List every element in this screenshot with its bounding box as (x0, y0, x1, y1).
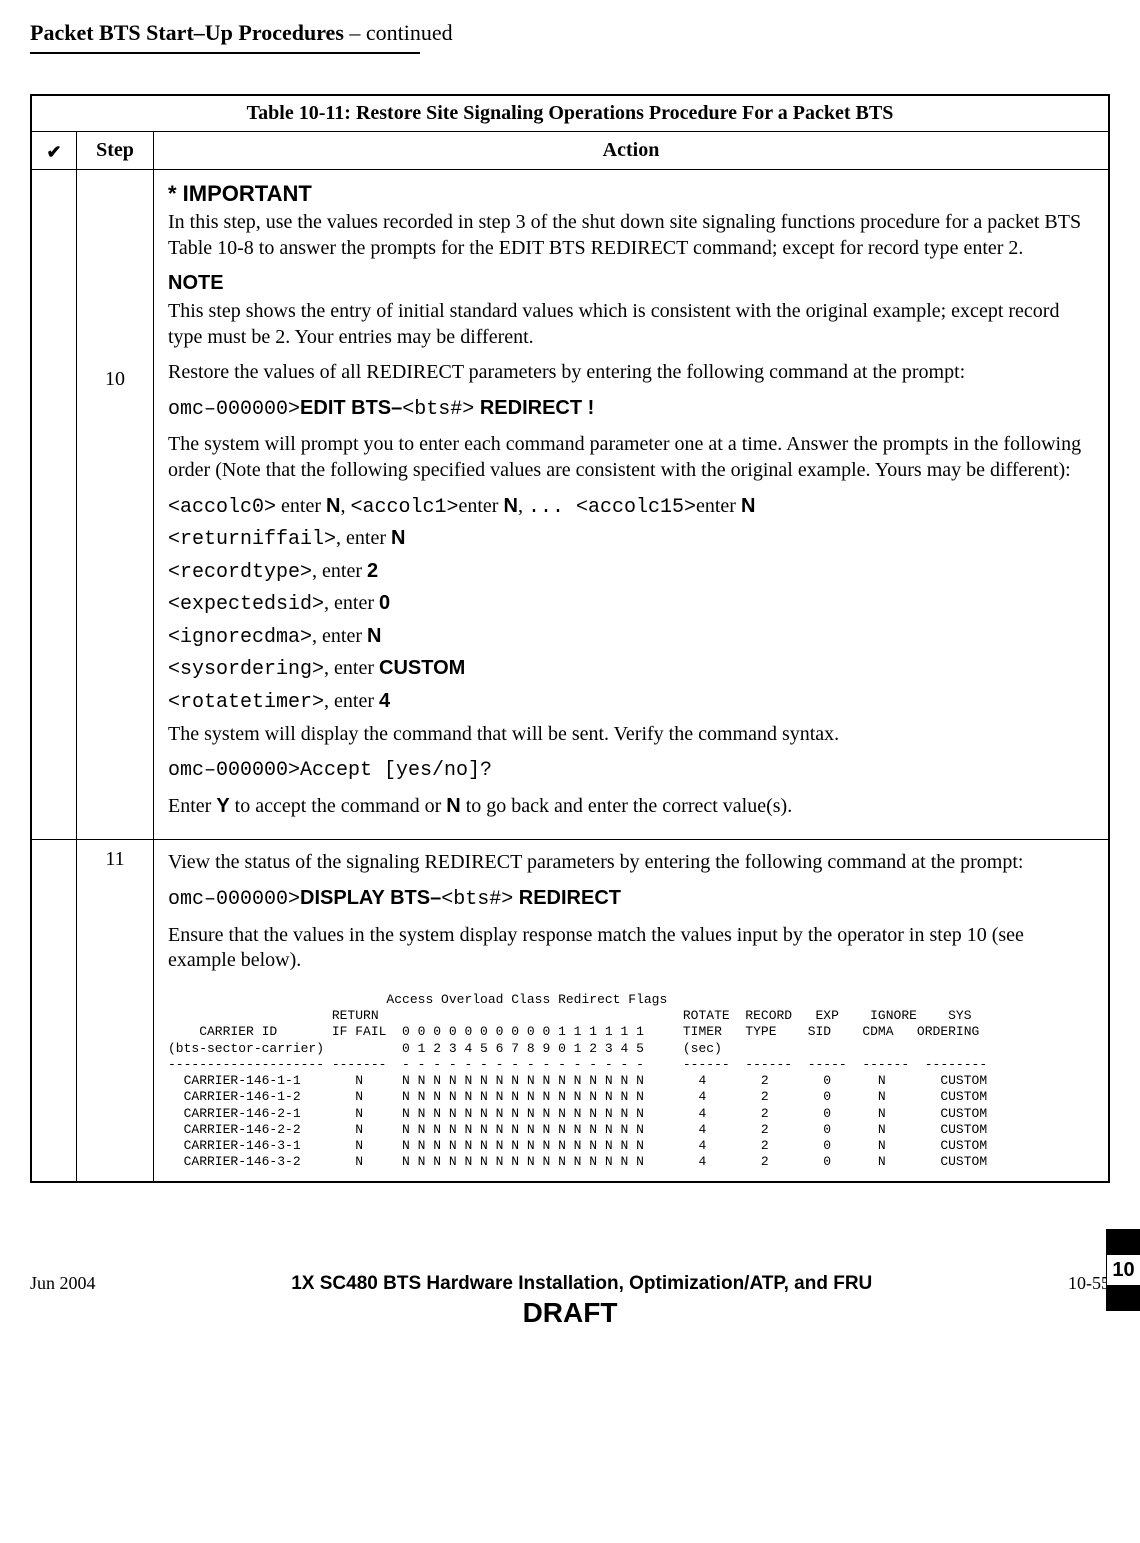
procedure-table: Table 10-11: Restore Site Signaling Oper… (30, 94, 1110, 1183)
draft-watermark: DRAFT (30, 1297, 1110, 1329)
accept-command-line: omc–000000>Accept [yes/no]? (168, 757, 1094, 784)
cmd-prefix: omc–000000> (168, 398, 300, 421)
table-caption-label: Table 10-11: (247, 102, 356, 124)
returniffail-line: <returniffail>, enter N (168, 526, 1094, 553)
action-cell: View the status of the signaling REDIREC… (154, 840, 1110, 1182)
cmd-edit-part2: REDIRECT ! (474, 397, 594, 419)
table-caption-text: Restore Site Signaling Operations Proced… (356, 102, 893, 124)
accolc1-var: <accolc1> (350, 496, 458, 519)
accolc-ellipsis: ... (528, 496, 576, 519)
footer-date: Jun 2004 (30, 1273, 96, 1294)
ignorecdma-line: <ignorecdma>, enter N (168, 624, 1094, 651)
display-command-line: omc–000000>DISPLAY BTS–<bts#> REDIRECT (168, 886, 1094, 913)
col-header-action: Action (154, 132, 1110, 170)
step11-para1: View the status of the signaling REDIREC… (168, 850, 1094, 876)
accolc-line: <accolc0> enter N, <accolc1>enter N, ...… (168, 494, 1094, 521)
note-paragraph: This step shows the entry of initial sta… (168, 299, 1094, 350)
footer-page-number: 10-55 (1068, 1273, 1110, 1294)
recordtype-line: <recordtype>, enter 2 (168, 559, 1094, 586)
chapter-tab: 10 (1106, 1229, 1140, 1311)
verify-paragraph: The system will display the command that… (168, 722, 1094, 748)
edit-command-line: omc–000000>EDIT BTS–<bts#> REDIRECT ! (168, 396, 1094, 423)
note-heading: NOTE (168, 271, 1094, 297)
tab-stripe-bottom (1106, 1285, 1140, 1311)
table-row: 11 View the status of the signaling REDI… (31, 840, 1109, 1182)
rotatetimer-line: <rotatetimer>, enter 4 (168, 689, 1094, 716)
accept-cmd-text: Accept [yes/no]? (300, 759, 492, 782)
header-rule (30, 52, 420, 54)
sysordering-line: <sysordering>, enter CUSTOM (168, 656, 1094, 683)
expectedsid-line: <expectedsid>, enter 0 (168, 591, 1094, 618)
check-cell (31, 170, 77, 840)
accolc0-var: <accolc0> (168, 496, 276, 519)
cmd-edit-part1: EDIT BTS– (300, 397, 402, 419)
step-number: 11 (77, 840, 154, 1182)
table-caption: Table 10-11: Restore Site Signaling Oper… (31, 95, 1109, 132)
restore-paragraph: Restore the values of all REDIRECT param… (168, 360, 1094, 386)
action-cell: * IMPORTANT In this step, use the values… (154, 170, 1110, 840)
running-header: Packet BTS Start–Up Procedures – continu… (30, 20, 1110, 46)
cmd-display-part2: REDIRECT (513, 887, 621, 909)
step11-para2: Ensure that the values in the system dis… (168, 923, 1094, 974)
important-paragraph: In this step, use the values recorded in… (168, 210, 1094, 261)
running-header-continued: – continued (344, 20, 453, 45)
cmd-bts-var-display: <bts#> (441, 888, 513, 911)
col-header-check: ✔ (31, 132, 77, 170)
cmd-prefix-accept: omc–000000> (168, 759, 300, 782)
prompt-paragraph: The system will prompt you to enter each… (168, 432, 1094, 483)
footer-title: 1X SC480 BTS Hardware Installation, Opti… (96, 1273, 1068, 1295)
accolc15-var: <accolc15> (576, 496, 696, 519)
page-footer: Jun 2004 1X SC480 BTS Hardware Installat… (30, 1273, 1110, 1295)
cmd-bts-var: <bts#> (402, 398, 474, 421)
cmd-display-part1: DISPLAY BTS– (300, 887, 441, 909)
table-row: 10 * IMPORTANT In this step, use the val… (31, 170, 1109, 840)
check-cell (31, 840, 77, 1182)
check-icon: ✔ (40, 138, 68, 163)
tab-stripe-top (1106, 1229, 1140, 1255)
running-header-title: Packet BTS Start–Up Procedures (30, 20, 344, 45)
tab-number: 10 (1106, 1255, 1140, 1285)
cmd-prefix-display: omc–000000> (168, 888, 300, 911)
col-header-step: Step (77, 132, 154, 170)
enter-y-paragraph: Enter Y to accept the command or N to go… (168, 794, 1094, 820)
step-number: 10 (77, 170, 154, 840)
terminal-output: Access Overload Class Redirect Flags RET… (168, 992, 1094, 1171)
important-heading: * IMPORTANT (168, 180, 1094, 208)
